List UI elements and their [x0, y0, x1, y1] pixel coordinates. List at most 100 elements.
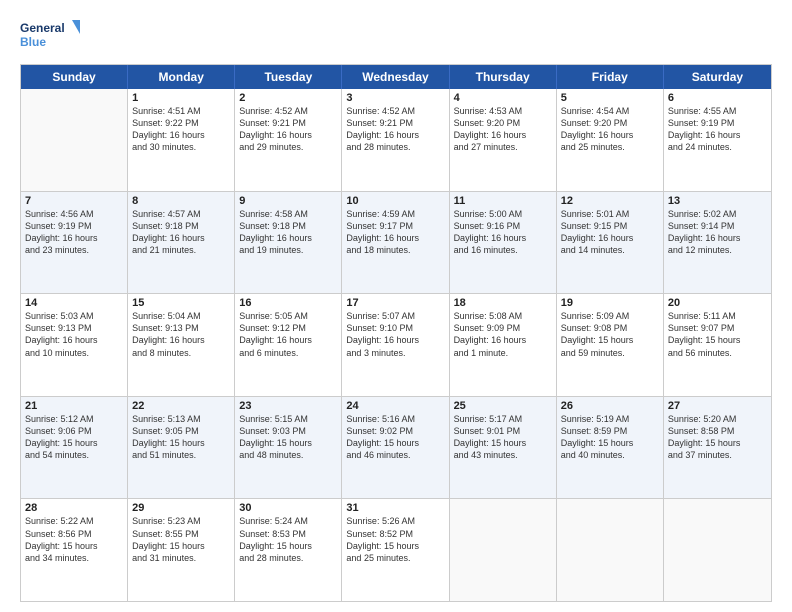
day-number: 25	[454, 400, 552, 412]
day-cell-18: 18Sunrise: 5:08 AMSunset: 9:09 PMDayligh…	[450, 294, 557, 396]
calendar-row-1: 1Sunrise: 4:51 AMSunset: 9:22 PMDaylight…	[21, 89, 771, 192]
header-day-monday: Monday	[128, 65, 235, 89]
day-info: Sunrise: 5:22 AMSunset: 8:56 PMDaylight:…	[25, 515, 123, 564]
day-info: Sunrise: 4:56 AMSunset: 9:19 PMDaylight:…	[25, 208, 123, 257]
empty-cell	[557, 499, 664, 601]
day-cell-9: 9Sunrise: 4:58 AMSunset: 9:18 PMDaylight…	[235, 192, 342, 294]
day-cell-31: 31Sunrise: 5:26 AMSunset: 8:52 PMDayligh…	[342, 499, 449, 601]
calendar-row-4: 21Sunrise: 5:12 AMSunset: 9:06 PMDayligh…	[21, 397, 771, 500]
day-cell-21: 21Sunrise: 5:12 AMSunset: 9:06 PMDayligh…	[21, 397, 128, 499]
day-cell-7: 7Sunrise: 4:56 AMSunset: 9:19 PMDaylight…	[21, 192, 128, 294]
day-info: Sunrise: 4:51 AMSunset: 9:22 PMDaylight:…	[132, 105, 230, 154]
day-cell-23: 23Sunrise: 5:15 AMSunset: 9:03 PMDayligh…	[235, 397, 342, 499]
day-number: 10	[346, 195, 444, 207]
day-number: 23	[239, 400, 337, 412]
page: General Blue SundayMondayTuesdayWednesda…	[0, 0, 792, 612]
day-number: 18	[454, 297, 552, 309]
day-cell-30: 30Sunrise: 5:24 AMSunset: 8:53 PMDayligh…	[235, 499, 342, 601]
logo-svg: General Blue	[20, 18, 80, 56]
day-info: Sunrise: 5:20 AMSunset: 8:58 PMDaylight:…	[668, 413, 767, 462]
day-number: 20	[668, 297, 767, 309]
calendar: SundayMondayTuesdayWednesdayThursdayFrid…	[20, 64, 772, 602]
day-cell-6: 6Sunrise: 4:55 AMSunset: 9:19 PMDaylight…	[664, 89, 771, 191]
calendar-row-5: 28Sunrise: 5:22 AMSunset: 8:56 PMDayligh…	[21, 499, 771, 601]
calendar-row-2: 7Sunrise: 4:56 AMSunset: 9:19 PMDaylight…	[21, 192, 771, 295]
day-info: Sunrise: 4:55 AMSunset: 9:19 PMDaylight:…	[668, 105, 767, 154]
header-day-tuesday: Tuesday	[235, 65, 342, 89]
day-info: Sunrise: 5:02 AMSunset: 9:14 PMDaylight:…	[668, 208, 767, 257]
day-cell-29: 29Sunrise: 5:23 AMSunset: 8:55 PMDayligh…	[128, 499, 235, 601]
day-info: Sunrise: 5:24 AMSunset: 8:53 PMDaylight:…	[239, 515, 337, 564]
day-info: Sunrise: 5:11 AMSunset: 9:07 PMDaylight:…	[668, 310, 767, 359]
day-info: Sunrise: 5:17 AMSunset: 9:01 PMDaylight:…	[454, 413, 552, 462]
day-cell-13: 13Sunrise: 5:02 AMSunset: 9:14 PMDayligh…	[664, 192, 771, 294]
day-number: 29	[132, 502, 230, 514]
empty-cell	[21, 89, 128, 191]
day-number: 31	[346, 502, 444, 514]
day-number: 16	[239, 297, 337, 309]
day-cell-19: 19Sunrise: 5:09 AMSunset: 9:08 PMDayligh…	[557, 294, 664, 396]
header-day-sunday: Sunday	[21, 65, 128, 89]
day-number: 2	[239, 92, 337, 104]
day-info: Sunrise: 5:09 AMSunset: 9:08 PMDaylight:…	[561, 310, 659, 359]
day-number: 24	[346, 400, 444, 412]
day-info: Sunrise: 5:04 AMSunset: 9:13 PMDaylight:…	[132, 310, 230, 359]
day-cell-4: 4Sunrise: 4:53 AMSunset: 9:20 PMDaylight…	[450, 89, 557, 191]
day-number: 4	[454, 92, 552, 104]
day-cell-24: 24Sunrise: 5:16 AMSunset: 9:02 PMDayligh…	[342, 397, 449, 499]
header-day-wednesday: Wednesday	[342, 65, 449, 89]
day-info: Sunrise: 5:05 AMSunset: 9:12 PMDaylight:…	[239, 310, 337, 359]
day-number: 21	[25, 400, 123, 412]
day-cell-20: 20Sunrise: 5:11 AMSunset: 9:07 PMDayligh…	[664, 294, 771, 396]
day-info: Sunrise: 5:23 AMSunset: 8:55 PMDaylight:…	[132, 515, 230, 564]
day-cell-17: 17Sunrise: 5:07 AMSunset: 9:10 PMDayligh…	[342, 294, 449, 396]
day-info: Sunrise: 5:03 AMSunset: 9:13 PMDaylight:…	[25, 310, 123, 359]
day-cell-2: 2Sunrise: 4:52 AMSunset: 9:21 PMDaylight…	[235, 89, 342, 191]
day-cell-1: 1Sunrise: 4:51 AMSunset: 9:22 PMDaylight…	[128, 89, 235, 191]
day-number: 11	[454, 195, 552, 207]
day-info: Sunrise: 5:13 AMSunset: 9:05 PMDaylight:…	[132, 413, 230, 462]
svg-text:General: General	[20, 21, 65, 35]
day-number: 28	[25, 502, 123, 514]
day-number: 5	[561, 92, 659, 104]
logo: General Blue	[20, 18, 80, 56]
day-info: Sunrise: 4:58 AMSunset: 9:18 PMDaylight:…	[239, 208, 337, 257]
day-info: Sunrise: 4:59 AMSunset: 9:17 PMDaylight:…	[346, 208, 444, 257]
calendar-row-3: 14Sunrise: 5:03 AMSunset: 9:13 PMDayligh…	[21, 294, 771, 397]
day-info: Sunrise: 5:15 AMSunset: 9:03 PMDaylight:…	[239, 413, 337, 462]
day-cell-25: 25Sunrise: 5:17 AMSunset: 9:01 PMDayligh…	[450, 397, 557, 499]
day-cell-10: 10Sunrise: 4:59 AMSunset: 9:17 PMDayligh…	[342, 192, 449, 294]
day-cell-5: 5Sunrise: 4:54 AMSunset: 9:20 PMDaylight…	[557, 89, 664, 191]
day-info: Sunrise: 5:26 AMSunset: 8:52 PMDaylight:…	[346, 515, 444, 564]
day-info: Sunrise: 4:54 AMSunset: 9:20 PMDaylight:…	[561, 105, 659, 154]
header-day-friday: Friday	[557, 65, 664, 89]
day-number: 6	[668, 92, 767, 104]
day-number: 9	[239, 195, 337, 207]
day-cell-28: 28Sunrise: 5:22 AMSunset: 8:56 PMDayligh…	[21, 499, 128, 601]
empty-cell	[664, 499, 771, 601]
day-number: 7	[25, 195, 123, 207]
day-info: Sunrise: 5:00 AMSunset: 9:16 PMDaylight:…	[454, 208, 552, 257]
day-number: 12	[561, 195, 659, 207]
day-info: Sunrise: 5:01 AMSunset: 9:15 PMDaylight:…	[561, 208, 659, 257]
day-number: 3	[346, 92, 444, 104]
day-number: 17	[346, 297, 444, 309]
day-info: Sunrise: 5:19 AMSunset: 8:59 PMDaylight:…	[561, 413, 659, 462]
day-info: Sunrise: 4:52 AMSunset: 9:21 PMDaylight:…	[239, 105, 337, 154]
day-number: 27	[668, 400, 767, 412]
day-cell-22: 22Sunrise: 5:13 AMSunset: 9:05 PMDayligh…	[128, 397, 235, 499]
day-info: Sunrise: 4:53 AMSunset: 9:20 PMDaylight:…	[454, 105, 552, 154]
header: General Blue	[20, 18, 772, 56]
day-number: 8	[132, 195, 230, 207]
header-day-thursday: Thursday	[450, 65, 557, 89]
day-number: 15	[132, 297, 230, 309]
day-info: Sunrise: 4:52 AMSunset: 9:21 PMDaylight:…	[346, 105, 444, 154]
day-cell-15: 15Sunrise: 5:04 AMSunset: 9:13 PMDayligh…	[128, 294, 235, 396]
day-cell-27: 27Sunrise: 5:20 AMSunset: 8:58 PMDayligh…	[664, 397, 771, 499]
day-cell-3: 3Sunrise: 4:52 AMSunset: 9:21 PMDaylight…	[342, 89, 449, 191]
day-info: Sunrise: 5:08 AMSunset: 9:09 PMDaylight:…	[454, 310, 552, 359]
day-info: Sunrise: 5:12 AMSunset: 9:06 PMDaylight:…	[25, 413, 123, 462]
day-info: Sunrise: 5:07 AMSunset: 9:10 PMDaylight:…	[346, 310, 444, 359]
day-cell-8: 8Sunrise: 4:57 AMSunset: 9:18 PMDaylight…	[128, 192, 235, 294]
empty-cell	[450, 499, 557, 601]
